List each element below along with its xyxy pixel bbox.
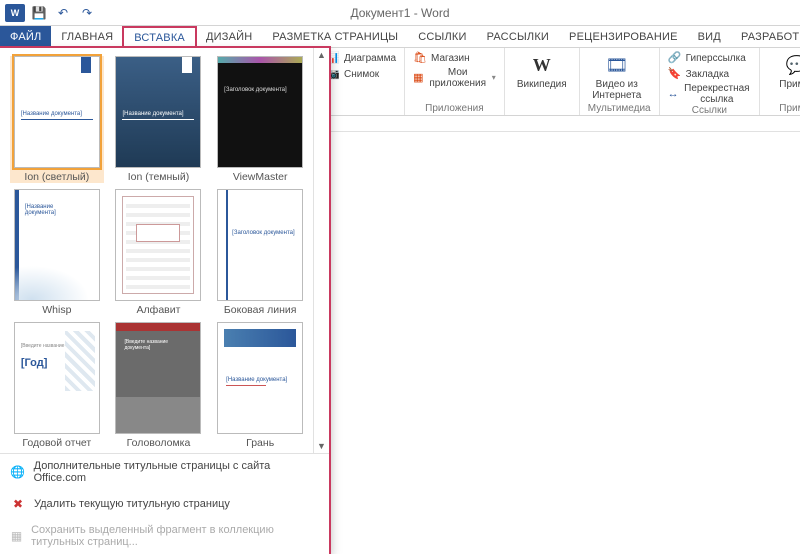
- tab-insert[interactable]: ВСТАВКА: [123, 27, 196, 48]
- cover-template-whisp[interactable]: [Название документа] Whisp: [10, 189, 104, 316]
- tab-references[interactable]: ССЫЛКИ: [408, 26, 476, 47]
- chart-button[interactable]: 📊Диаграмма: [326, 52, 396, 66]
- online-video-button[interactable]: 🎞Видео из Интернета: [588, 52, 646, 101]
- apps-group-label: Приложения: [413, 103, 496, 114]
- crossref-button[interactable]: ↔Перекрестная ссылка: [668, 84, 751, 105]
- cover-template-alphabet[interactable]: Алфавит: [112, 189, 206, 316]
- links-group-label: Ссылки: [668, 105, 751, 116]
- cover-thumbnail: [Введите название документа]: [115, 322, 201, 434]
- cover-template-sideline[interactable]: [Заголовок документа] Боковая линия: [213, 189, 307, 316]
- comment-group-label: Примеч: [768, 103, 800, 114]
- apps-icon: ▦: [413, 72, 424, 86]
- cover-thumbnail: [Заголовок документа]: [217, 56, 303, 168]
- video-icon: 🎞: [603, 52, 631, 78]
- store-icon: 🛍: [413, 52, 427, 66]
- cover-thumbnail: [Заголовок документа]: [217, 189, 303, 301]
- comment-icon: 💬: [783, 52, 800, 78]
- tab-home[interactable]: ГЛАВНАЯ: [51, 26, 123, 47]
- store-button[interactable]: 🛍Магазин: [413, 52, 496, 66]
- cover-thumbnail: [Название документа]: [217, 322, 303, 434]
- scroll-up-icon[interactable]: ▲: [317, 50, 326, 60]
- cover-template-label: Ion (темный): [128, 171, 189, 183]
- globe-icon: 🌐: [10, 464, 26, 480]
- save-selection-icon: ▦: [10, 528, 23, 544]
- redo-icon[interactable]: ↷: [76, 2, 98, 24]
- cover-template-viewmaster[interactable]: [Заголовок документа] ViewMaster: [213, 56, 307, 183]
- cover-template-edge[interactable]: [Название документа] Грань: [213, 322, 307, 449]
- delete-icon: ✖: [10, 496, 26, 512]
- ribbon-tabs: ФАЙЛ ГЛАВНАЯ ВСТАВКА ДИЗАЙН РАЗМЕТКА СТР…: [0, 26, 800, 48]
- scroll-down-icon[interactable]: ▼: [317, 441, 326, 451]
- tab-mailings[interactable]: РАССЫЛКИ: [477, 26, 559, 47]
- wikipedia-button[interactable]: WВикипедия: [513, 52, 571, 91]
- comment-button[interactable]: 💬Примеч: [768, 52, 800, 91]
- remove-cover-page[interactable]: ✖Удалить текущую титульную страницу: [0, 490, 329, 518]
- title-bar: W 💾 ↶ ↷ Документ1 - Word: [0, 0, 800, 26]
- gallery-grid: [Название документа]Ion (светлый)[Назван…: [0, 48, 313, 453]
- cover-template-label: Алфавит: [137, 304, 181, 316]
- tab-developer[interactable]: РАЗРАБОТЧИК: [731, 26, 800, 47]
- quick-access-toolbar: W 💾 ↶ ↷: [0, 2, 98, 24]
- cover-template-label: Ion (светлый): [24, 171, 89, 183]
- cover-template-label: Whisp: [42, 304, 71, 316]
- tab-layout[interactable]: РАЗМЕТКА СТРАНИЦЫ: [262, 26, 408, 47]
- word-app-icon[interactable]: W: [4, 2, 26, 24]
- screenshot-button[interactable]: 📷Снимок: [326, 68, 396, 82]
- cover-template-label: Годовой отчет: [22, 437, 91, 449]
- save-selection-to-gallery: ▦Сохранить выделенный фрагмент в коллекц…: [0, 518, 329, 554]
- tab-file[interactable]: ФАЙЛ: [0, 26, 51, 47]
- more-covers-online[interactable]: 🌐Дополнительные титульные страницы с сай…: [0, 454, 329, 490]
- cover-template-label: ViewMaster: [233, 171, 288, 183]
- cover-thumbnail: [Название документа]: [14, 189, 100, 301]
- cover-template-ion_light[interactable]: [Название документа] Ion (светлый): [10, 56, 104, 183]
- cover-template-puzzle[interactable]: [Введите название документа] Головоломка: [112, 322, 206, 449]
- crossref-icon: ↔: [668, 88, 679, 102]
- cover-page-gallery: [Название документа]Ion (светлый)[Назван…: [0, 48, 329, 554]
- cover-thumbnail: [Название документа]: [14, 56, 100, 168]
- cover-template-label: Боковая линия: [224, 304, 297, 316]
- undo-icon[interactable]: ↶: [52, 2, 74, 24]
- bookmark-button[interactable]: 🔖Закладка: [668, 68, 751, 82]
- cover-template-annual[interactable]: [Введите название документа][Год] Годовой…: [10, 322, 104, 449]
- cover-thumbnail: [Название документа]: [115, 56, 201, 168]
- tab-design[interactable]: ДИЗАЙН: [196, 26, 262, 47]
- gallery-scrollbar[interactable]: ▲ ▼: [313, 48, 329, 453]
- media-group-label: Мультимедиа: [588, 103, 651, 114]
- cover-template-label: Грань: [246, 437, 274, 449]
- cover-thumbnail: [115, 189, 201, 301]
- link-icon: 🔗: [668, 52, 682, 66]
- cover-template-ion_dark[interactable]: [Название документа] Ion (темный): [112, 56, 206, 183]
- bookmark-icon: 🔖: [668, 68, 682, 82]
- hyperlink-button[interactable]: 🔗Гиперссылка: [668, 52, 751, 66]
- save-icon[interactable]: 💾: [28, 2, 50, 24]
- wikipedia-icon: W: [528, 52, 556, 78]
- tab-view[interactable]: ВИД: [688, 26, 731, 47]
- tab-review[interactable]: РЕЦЕНЗИРОВАНИЕ: [559, 26, 688, 47]
- cover-thumbnail: [Введите название документа][Год]: [14, 322, 100, 434]
- document-canvas[interactable]: [365, 140, 800, 550]
- cover-template-label: Головоломка: [127, 437, 191, 449]
- myapps-button[interactable]: ▦Мои приложения▾: [413, 68, 496, 89]
- document-title: Документ1 - Word: [350, 6, 449, 20]
- gallery-footer-menu: 🌐Дополнительные титульные страницы с сай…: [0, 453, 329, 554]
